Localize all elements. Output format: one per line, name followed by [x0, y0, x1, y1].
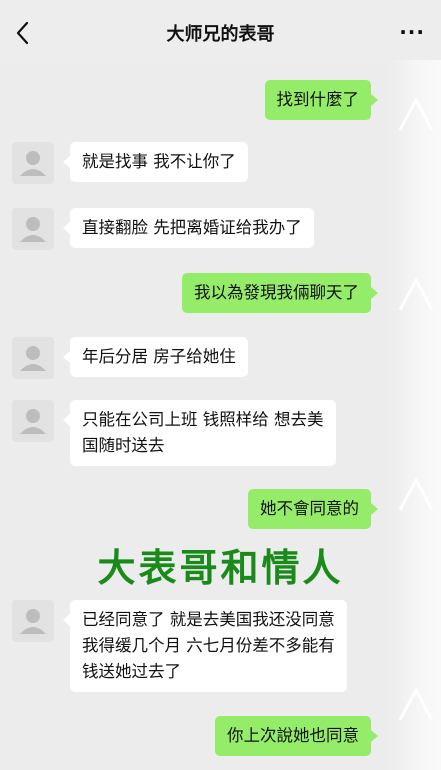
more-dots-icon[interactable]: ··· — [399, 22, 425, 42]
message-text: 你上次說她也同意 — [227, 726, 359, 745]
watermark-logo — [398, 276, 434, 311]
contact-avatar[interactable] — [12, 142, 54, 184]
avatar-placeholder-icon — [20, 609, 46, 634]
message-text: 就是找事 我不让你了 — [82, 152, 236, 171]
message-text: 直接翻脸 先把离婚证给我办了 — [82, 218, 302, 237]
chat-header: 大师兄的表哥 ··· — [0, 0, 441, 64]
message-text: 找到什麼了 — [276, 90, 360, 109]
sent-message-bubble[interactable]: 我以為發現我倆聊天了 — [182, 273, 378, 313]
avatar-placeholder-icon — [20, 346, 46, 371]
message-line: 钱送她过去了 — [82, 662, 181, 681]
message-line: 我得缓几个月 六七月份差不多能有 — [82, 636, 335, 655]
sent-message-bubble[interactable]: 找到什麼了 — [264, 80, 378, 120]
avatar-placeholder-icon — [20, 409, 46, 434]
avatar-placeholder-icon — [20, 151, 46, 176]
message-text: 她不會同意的 — [260, 499, 359, 518]
watermark-logo — [398, 96, 434, 131]
watermark-logo — [398, 686, 434, 721]
received-message-bubble[interactable]: 直接翻脸 先把离婚证给我办了 — [63, 208, 314, 248]
message-line: 已经同意了 就是去美国我还没同意 — [82, 610, 335, 629]
chat-title: 大师兄的表哥 — [166, 24, 275, 45]
contact-avatar[interactable] — [12, 208, 54, 250]
sent-message-bubble[interactable]: 你上次說她也同意 — [215, 716, 378, 756]
contact-avatar[interactable] — [12, 400, 54, 442]
sent-message-bubble[interactable]: 她不會同意的 — [248, 489, 378, 529]
received-message-bubble[interactable]: 年后分居 房子给她住 — [63, 337, 248, 377]
received-message-bubble[interactable]: 已经同意了 就是去美国我还没同意 我得缓几个月 六七月份差不多能有 钱送她过去了 — [63, 600, 347, 692]
overlay-caption: 大表哥和情人 — [97, 546, 344, 590]
message-text: 我以為發現我倆聊天了 — [194, 283, 359, 302]
received-message-bubble[interactable]: 只能在公司上班 钱照样给 想去美 国随时送去 — [63, 400, 336, 466]
received-message-bubble[interactable]: 就是找事 我不让你了 — [63, 142, 248, 182]
contact-avatar[interactable] — [12, 337, 54, 379]
avatar-placeholder-icon — [20, 217, 46, 242]
message-text: 年后分居 房子给她住 — [82, 347, 236, 366]
message-line: 只能在公司上班 钱照样给 想去美 — [82, 410, 324, 429]
watermark-logo — [398, 476, 434, 511]
message-line: 国随时送去 — [82, 436, 165, 455]
contact-avatar[interactable] — [12, 600, 54, 642]
